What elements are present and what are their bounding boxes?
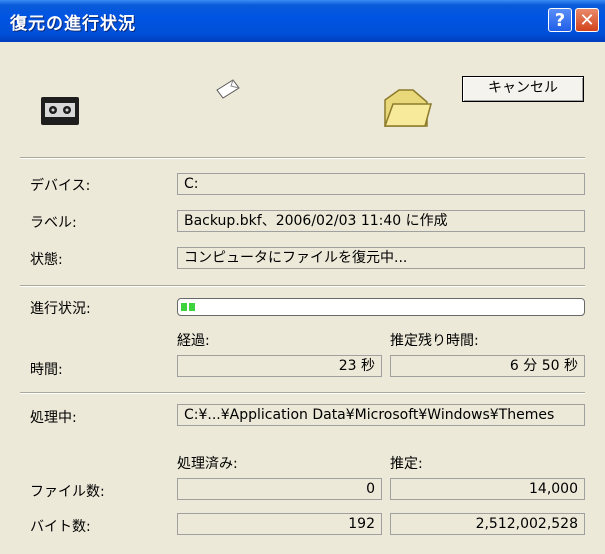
progress-block [189, 303, 195, 311]
title-bar[interactable]: 復元の進行状況 ? ✕ [0, 0, 605, 42]
status-label: 状態: [30, 252, 63, 268]
progress-block [181, 303, 187, 311]
elapsed-field: 23 秒 [177, 355, 382, 377]
processed-header: 処理済み: [177, 456, 238, 472]
progress-label: 進行状況: [30, 301, 91, 317]
restore-progress-dialog: 復元の進行状況 ? ✕ キャンセル デバイス: C: ラベル: Backup.b… [0, 0, 605, 554]
remaining-header: 推定残り時間: [390, 333, 479, 349]
tape-drive-icon [41, 97, 79, 125]
separator-top [20, 157, 585, 159]
bytes-processed-field: 192 [177, 513, 382, 535]
flying-document-icon [216, 79, 240, 99]
media-label-label: ラベル: [30, 215, 77, 231]
status-field: コンピュータにファイルを復元中... [177, 247, 585, 269]
bytes-label: バイト数: [30, 519, 91, 535]
device-label: デバイス: [30, 178, 91, 194]
window-title: 復元の進行状況 [10, 14, 136, 34]
time-label: 時間: [30, 362, 63, 378]
open-folder-icon [383, 89, 432, 127]
bytes-estimated-field: 2,512,002,528 [390, 513, 585, 535]
estimated-header: 推定: [390, 456, 423, 472]
progress-bar [177, 298, 585, 316]
remaining-field: 6 分 50 秒 [390, 355, 585, 377]
help-button[interactable]: ? [548, 8, 572, 32]
files-estimated-field: 14,000 [390, 478, 585, 500]
processing-label: 処理中: [30, 410, 77, 426]
media-label-field: Backup.bkf、2006/02/03 11:40 に作成 [177, 210, 585, 232]
processing-field: C:¥...¥Application Data¥Microsoft¥Window… [177, 404, 585, 426]
separator-middle [20, 285, 585, 287]
separator-lower [20, 392, 585, 394]
device-field: C: [177, 173, 585, 195]
close-button[interactable]: ✕ [575, 8, 599, 32]
elapsed-header: 経過: [177, 333, 210, 349]
cancel-button[interactable]: キャンセル [462, 76, 584, 102]
files-processed-field: 0 [177, 478, 382, 500]
files-label: ファイル数: [30, 484, 105, 500]
